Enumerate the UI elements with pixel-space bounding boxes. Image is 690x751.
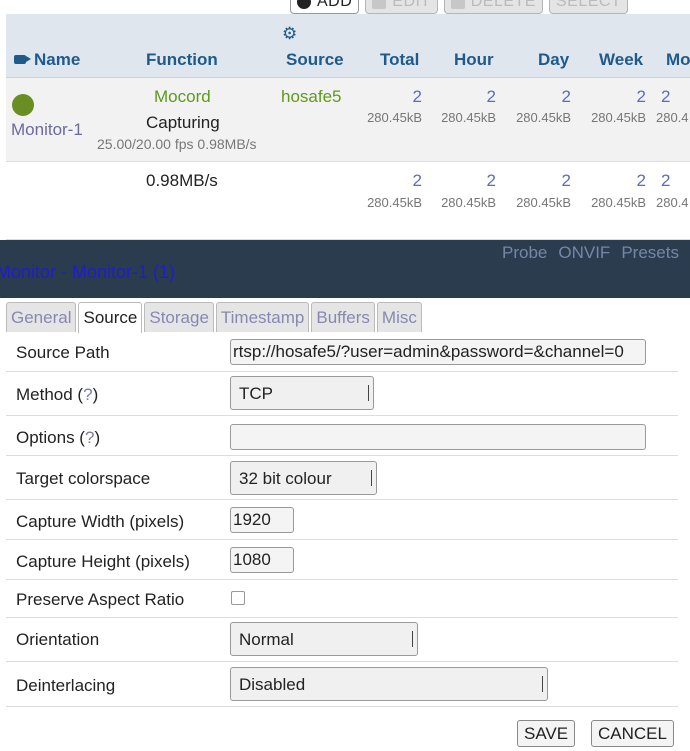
tab-general[interactable]: General [6, 302, 77, 332]
header-name[interactable]: Name [14, 50, 80, 70]
orientation-select[interactable]: Normal [230, 622, 418, 656]
trash-icon [450, 0, 465, 9]
day-size: 280.45kB [516, 110, 571, 125]
tab-source[interactable]: Source [78, 302, 143, 333]
day-count[interactable]: 2 [511, 87, 571, 107]
onvif-link[interactable]: ONVIF [558, 243, 610, 263]
month-count-sum[interactable]: 2 [661, 171, 670, 191]
capture-status: Capturing [146, 113, 220, 132]
aspect-ratio-checkbox[interactable] [231, 591, 245, 605]
week-size: 280.45kB [591, 110, 646, 125]
tab-bar: General Source Storage Timestamp Buffers… [6, 302, 422, 333]
week-size-sum: 280.45kB [591, 195, 646, 210]
gear-icon[interactable]: ⚙ [282, 24, 297, 44]
header-links: Probe ONVIF Presets [502, 243, 679, 263]
deinterlacing-select[interactable]: Disabled [230, 667, 548, 701]
header-week[interactable]: Week [599, 50, 643, 70]
capture-height-input[interactable]: 1080 [230, 547, 294, 573]
week-count[interactable]: 2 [586, 87, 646, 107]
form-row-method: Method (?) TCP [6, 372, 678, 416]
header-function[interactable]: Function [146, 50, 218, 70]
day-count-sum[interactable]: 2 [511, 171, 571, 191]
options-input[interactable] [230, 424, 646, 450]
form-row-options: Options (?) [6, 416, 678, 456]
tab-buffers[interactable]: Buffers [311, 302, 375, 332]
week-count-sum[interactable]: 2 [586, 171, 646, 191]
edit-button[interactable]: EDIT [365, 0, 438, 14]
edit-icon [372, 0, 387, 9]
total-count[interactable]: 2 [362, 87, 422, 107]
form-row-deinterlacing: Deinterlacing Disabled [6, 662, 678, 707]
tab-misc[interactable]: Misc [376, 302, 422, 332]
capture-width-input[interactable]: 1920 [230, 507, 294, 533]
table-row: Monitor-1 Mocord Capturing 25.00/20.00 f… [6, 78, 690, 162]
fps-stats: 25.00/20.00 fps 0.98MB/s [97, 136, 257, 152]
delete-button[interactable]: DELETE [443, 0, 543, 14]
method-select[interactable]: TCP [230, 376, 374, 410]
header-hour[interactable]: Hour [454, 50, 494, 70]
options-label: Options (?) [16, 428, 101, 447]
function-link[interactable]: Mocord [154, 87, 211, 107]
table-header: Name Function ⚙ Source Total Hour Day We… [6, 14, 690, 78]
form-row-width: Capture Width (pixels) 1920 [6, 500, 678, 540]
total-size: 280.45kB [367, 110, 422, 125]
month-size-sum: 280.4 [656, 195, 689, 210]
video-camera-icon [14, 55, 31, 64]
orientation-label: Orientation [16, 630, 100, 649]
source-path-label: Source Path [16, 343, 110, 362]
total-count-sum[interactable]: 2 [362, 171, 422, 191]
total-size-sum: 280.45kB [367, 195, 422, 210]
deinterlacing-label: Deinterlacing [16, 676, 116, 695]
method-help-link[interactable]: ? [83, 385, 92, 404]
cancel-button[interactable]: CANCEL [591, 720, 674, 747]
form-row-height: Capture Height (pixels) 1080 [6, 540, 678, 580]
month-size: 280.4 [656, 110, 689, 125]
monitor-name-link[interactable]: Monitor-1 [11, 120, 83, 140]
form-row-aspect: Preserve Aspect Ratio [6, 580, 678, 618]
header-month[interactable]: Mo [666, 50, 690, 70]
hour-size: 280.45kB [441, 110, 496, 125]
source-link[interactable]: hosafe5 [281, 87, 342, 107]
header-day[interactable]: Day [538, 50, 569, 70]
day-size-sum: 280.45kB [516, 195, 571, 210]
monitor-table: Name Function ⚙ Source Total Hour Day We… [6, 14, 690, 240]
dialog-header: Monitor - Monitor-1 (1) Probe ONVIF Pres… [0, 240, 690, 298]
dialog-title: Monitor - Monitor-1 (1) [0, 262, 176, 282]
header-total[interactable]: Total [380, 50, 419, 70]
hour-count-sum[interactable]: 2 [436, 171, 496, 191]
toolbar: ADD EDIT DELETE SELECT [290, 0, 629, 14]
presets-link[interactable]: Presets [621, 243, 679, 263]
source-path-input[interactable]: rtsp://hosafe5/?user=admin&password=&cha… [230, 339, 646, 365]
plus-circle-icon [297, 0, 311, 9]
total-bandwidth: 0.98MB/s [146, 171, 218, 190]
totals-row: 0.98MB/s 2 2 2 2 2 280.45kB 280.45kB 280… [6, 162, 690, 240]
colorspace-label: Target colorspace [16, 469, 151, 488]
add-button[interactable]: ADD [290, 0, 360, 14]
probe-link[interactable]: Probe [502, 243, 547, 263]
status-dot [12, 94, 34, 116]
header-source[interactable]: Source [286, 50, 344, 70]
form-row-colorspace: Target colorspace 32 bit colour [6, 456, 678, 500]
tab-storage[interactable]: Storage [144, 302, 214, 332]
capture-height-label: Capture Height (pixels) [16, 552, 190, 571]
save-button[interactable]: SAVE [517, 720, 576, 747]
source-form: Source Path rtsp://hosafe5/?user=admin&p… [6, 332, 678, 707]
month-count[interactable]: 2 [661, 87, 670, 107]
colorspace-select[interactable]: 32 bit colour [230, 461, 377, 495]
form-row-source-path: Source Path rtsp://hosafe5/?user=admin&p… [6, 332, 678, 372]
capture-width-label: Capture Width (pixels) [16, 512, 185, 531]
hour-size-sum: 280.45kB [441, 195, 496, 210]
form-row-orientation: Orientation Normal [6, 618, 678, 662]
method-label: Method (?) [16, 385, 99, 404]
tab-timestamp[interactable]: Timestamp [215, 302, 310, 332]
hour-count[interactable]: 2 [436, 87, 496, 107]
aspect-ratio-label: Preserve Aspect Ratio [16, 590, 185, 609]
select-button[interactable]: SELECT [548, 0, 629, 14]
